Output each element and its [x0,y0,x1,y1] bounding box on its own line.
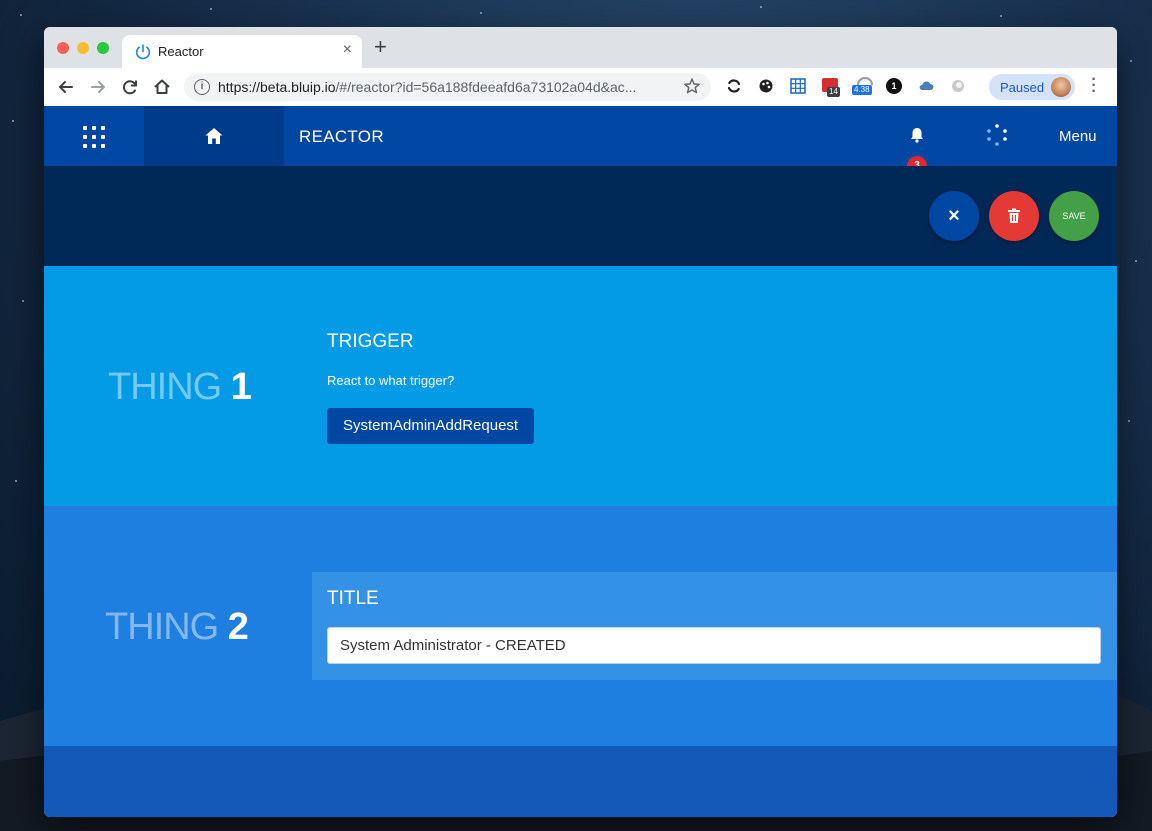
back-icon[interactable] [55,76,77,98]
title-heading: TITLE [327,588,379,609]
calendar-extension-icon[interactable]: 14 [822,78,840,97]
avatar [1051,77,1071,97]
trigger-question: React to what trigger? [327,373,455,388]
thing-2-label: THING 2 [105,606,249,648]
apps-grid-button[interactable] [44,106,144,166]
menu-button[interactable]: Menu [1059,128,1097,145]
trigger-heading: TRIGGER [327,331,414,352]
tab-strip: Reactor × + [44,27,1117,68]
close-window-button[interactable] [57,42,69,54]
browser-window: Reactor × + i https://beta.bluip.io/#/re… [44,27,1117,817]
sync-extension-icon[interactable] [726,78,742,94]
address-bar[interactable]: i https://beta.bluip.io/#/reactor?id=56a… [184,73,711,101]
page-title: REACTOR [299,127,384,146]
tab-close-icon[interactable]: × [343,41,352,59]
url-text: https://beta.bluip.io/#/reactor?id=56a18… [218,79,637,95]
notification-extension-icon[interactable]: 1 [886,78,902,94]
site-info-icon[interactable]: i [194,79,210,95]
circle-extension-icon[interactable] [950,78,966,94]
speed-extension-icon[interactable]: 4.38 [852,76,878,95]
delete-button[interactable] [989,191,1039,241]
new-tab-button[interactable]: + [374,36,387,58]
title-panel: TITLE [312,572,1117,680]
browser-menu-icon[interactable]: · · · [1090,72,1098,100]
close-icon: × [948,205,960,227]
thing-3-section [44,746,1117,817]
thing-1-label: THING 1 [108,366,252,408]
grid-icon [83,126,105,148]
grid-extension-icon[interactable] [790,78,806,94]
bookmark-star-icon[interactable] [683,77,701,95]
save-button[interactable]: SAVE [1049,191,1099,241]
browser-tab-reactor[interactable]: Reactor × [122,35,362,68]
palette-extension-icon[interactable] [758,78,774,94]
tab-title: Reactor [158,44,204,59]
home-button[interactable] [144,106,284,166]
thing-2-section: THING 2 TITLE [44,506,1117,746]
notifications-bell-icon[interactable] [908,126,926,144]
forward-icon[interactable] [87,76,109,98]
maximize-window-button[interactable] [97,42,109,54]
trash-icon [1008,208,1020,223]
browser-toolbar: i https://beta.bluip.io/#/reactor?id=56a… [44,68,1117,107]
app-header: REACTOR 3 Menu [44,106,1117,176]
calendar-badge: 14 [827,87,840,97]
title-input[interactable] [327,627,1101,664]
power-icon [135,44,151,60]
home-icon [205,128,223,144]
profile-status: Paused [1000,80,1045,95]
home-browser-icon[interactable] [151,76,173,98]
reactor-app: REACTOR 3 Menu × [44,106,1117,817]
cloud-extension-icon[interactable] [918,78,934,94]
trigger-select-button[interactable]: SystemAdminAddRequest [327,408,535,444]
loading-dots-icon[interactable] [986,123,1008,147]
close-button[interactable]: × [929,191,979,241]
reload-icon[interactable] [119,76,141,98]
thing-1-section: THING 1 TRIGGER React to what trigger? S… [44,266,1117,506]
minimize-window-button[interactable] [77,42,89,54]
action-bar: × SAVE [44,166,1117,266]
profile-button[interactable]: Paused [989,74,1075,100]
speed-badge: 4.38 [852,85,872,95]
